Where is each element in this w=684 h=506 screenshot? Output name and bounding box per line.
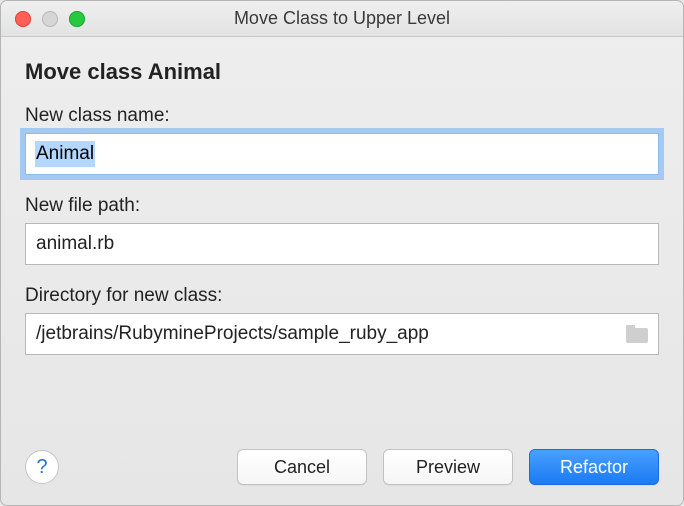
help-button[interactable]: ?: [25, 450, 59, 484]
dialog-window: Move Class to Upper Level Move class Ani…: [0, 0, 684, 506]
refactor-button[interactable]: Refactor: [529, 449, 659, 485]
file-path-field-wrap: [25, 223, 659, 265]
dialog-heading: Move class Animal: [25, 59, 659, 85]
browse-directory-button[interactable]: [615, 313, 659, 355]
help-icon: ?: [36, 456, 47, 479]
file-path-input[interactable]: [25, 223, 659, 265]
class-name-label: New class name:: [25, 105, 659, 127]
directory-label: Directory for new class:: [25, 285, 659, 307]
class-name-field-wrap: Animal: [25, 133, 659, 175]
directory-field-wrap: [25, 313, 659, 355]
zoom-icon[interactable]: [69, 11, 85, 27]
close-icon[interactable]: [15, 11, 31, 27]
directory-input[interactable]: [25, 313, 615, 355]
window-title: Move Class to Upper Level: [1, 8, 683, 29]
minimize-icon: [42, 11, 58, 27]
class-name-input[interactable]: [25, 133, 659, 175]
folder-icon: [626, 325, 648, 343]
dialog-content: Move class Animal New class name: Animal…: [1, 37, 683, 505]
preview-button[interactable]: Preview: [383, 449, 513, 485]
titlebar: Move Class to Upper Level: [1, 1, 683, 37]
traffic-lights: [15, 11, 85, 27]
file-path-label: New file path:: [25, 195, 659, 217]
dialog-footer: ? Cancel Preview Refactor: [25, 421, 659, 485]
cancel-button[interactable]: Cancel: [237, 449, 367, 485]
